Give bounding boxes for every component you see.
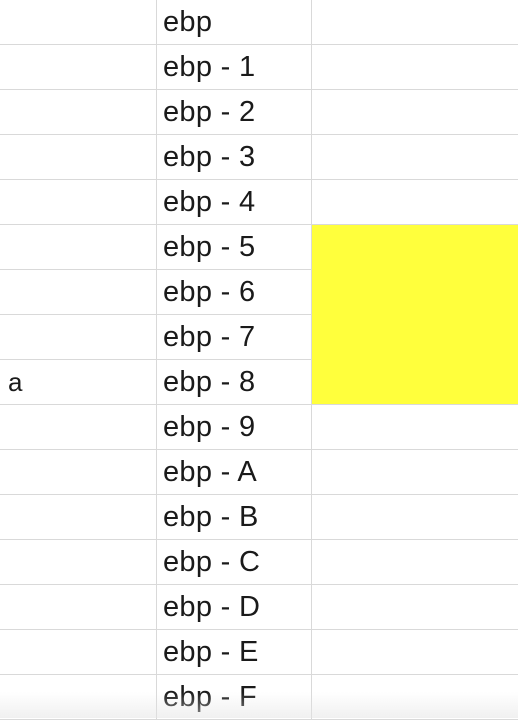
spreadsheet-grid: ebp ebp - 1 ebp - 2 ebp - 3 ebp - 4 ebp - 5 eb… [0, 0, 518, 720]
cell-b15[interactable]: ebp - E [157, 630, 312, 675]
cell-a1[interactable] [0, 0, 157, 45]
cell-c3[interactable] [312, 90, 518, 135]
cell-c7[interactable] [312, 270, 518, 315]
cell-b1[interactable]: ebp [157, 0, 312, 45]
cell-a12[interactable] [0, 495, 157, 540]
cell-a16[interactable] [0, 675, 157, 720]
cell-a13[interactable] [0, 540, 157, 585]
cell-c14[interactable] [312, 585, 518, 630]
cell-a8[interactable] [0, 315, 157, 360]
cell-b4[interactable]: ebp - 3 [157, 135, 312, 180]
cell-a10[interactable] [0, 405, 157, 450]
cell-c10[interactable] [312, 405, 518, 450]
cell-b5[interactable]: ebp - 4 [157, 180, 312, 225]
cell-c2[interactable] [312, 45, 518, 90]
cell-b10[interactable]: ebp - 9 [157, 405, 312, 450]
cell-b2[interactable]: ebp - 1 [157, 45, 312, 90]
cell-a4[interactable] [0, 135, 157, 180]
cell-b12[interactable]: ebp - B [157, 495, 312, 540]
cell-a5[interactable] [0, 180, 157, 225]
cell-c16[interactable] [312, 675, 518, 720]
cell-c5[interactable] [312, 180, 518, 225]
cell-a7[interactable] [0, 270, 157, 315]
cell-c9[interactable] [312, 360, 518, 405]
cell-b6[interactable]: ebp - 5 [157, 225, 312, 270]
cell-b13[interactable]: ebp - C [157, 540, 312, 585]
cell-a14[interactable] [0, 585, 157, 630]
cell-c4[interactable] [312, 135, 518, 180]
cell-a6[interactable] [0, 225, 157, 270]
cell-a3[interactable] [0, 90, 157, 135]
cell-c13[interactable] [312, 540, 518, 585]
cell-b8[interactable]: ebp - 7 [157, 315, 312, 360]
cell-a15[interactable] [0, 630, 157, 675]
cell-a9[interactable]: a [0, 360, 157, 405]
cell-c12[interactable] [312, 495, 518, 540]
cell-c1[interactable] [312, 0, 518, 45]
cell-b3[interactable]: ebp - 2 [157, 90, 312, 135]
cell-b7[interactable]: ebp - 6 [157, 270, 312, 315]
cell-c11[interactable] [312, 450, 518, 495]
cell-b14[interactable]: ebp - D [157, 585, 312, 630]
cell-b11[interactable]: ebp - A [157, 450, 312, 495]
cell-b9[interactable]: ebp - 8 [157, 360, 312, 405]
cell-b16[interactable]: ebp - F [157, 675, 312, 720]
cell-c8[interactable] [312, 315, 518, 360]
cell-c6[interactable] [312, 225, 518, 270]
cell-a11[interactable] [0, 450, 157, 495]
cell-c15[interactable] [312, 630, 518, 675]
cell-a2[interactable] [0, 45, 157, 90]
